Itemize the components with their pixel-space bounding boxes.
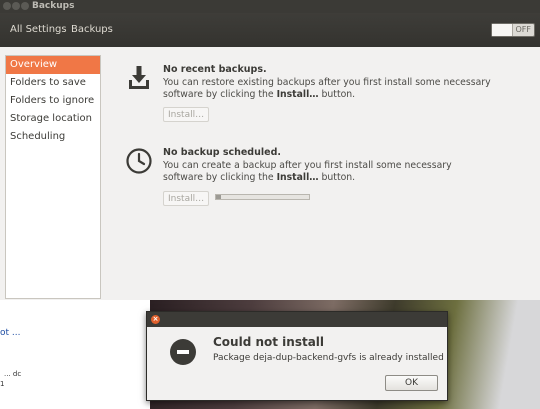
- sidebar-item-folders-to-ignore[interactable]: Folders to ignore: [6, 92, 100, 110]
- background-link[interactable]: ot ...: [0, 328, 20, 338]
- error-dialog: × Could not install Package deja-dup-bac…: [146, 311, 448, 401]
- backups-breadcrumb[interactable]: Backups: [71, 13, 113, 47]
- sidebar-item-overview[interactable]: Overview: [6, 56, 100, 74]
- toggle-knob: [492, 24, 513, 36]
- background-text: ... dc: [4, 370, 22, 378]
- restore-install-button[interactable]: Install…: [163, 107, 210, 122]
- schedule-description: You can create a backup after you first …: [163, 160, 452, 183]
- minimize-window-icon[interactable]: [12, 2, 20, 10]
- no-recent-backups-heading: No recent backups.: [163, 64, 267, 75]
- no-backup-scheduled-heading: No backup scheduled.: [163, 147, 281, 158]
- maximize-window-icon[interactable]: [21, 2, 29, 10]
- clock-icon: [126, 148, 152, 174]
- dialog-heading: Could not install: [213, 335, 325, 349]
- install-progress-bar: [215, 194, 310, 200]
- download-icon: [129, 66, 149, 89]
- dialog-message: Package deja-dup-backend-gvfs is already…: [213, 353, 444, 363]
- main-content: Overview Folders to save Folders to igno…: [0, 47, 540, 319]
- window-title: Backups: [32, 1, 75, 11]
- background-text: 1: [0, 380, 5, 388]
- error-stop-icon: [170, 339, 196, 365]
- close-icon[interactable]: ×: [151, 315, 160, 324]
- ok-button[interactable]: OK: [385, 375, 438, 391]
- backup-toggle-switch[interactable]: OFF: [491, 23, 535, 37]
- sidebar-item-folders-to-save[interactable]: Folders to save: [6, 74, 100, 92]
- toggle-label: OFF: [515, 25, 532, 34]
- dialog-title-bar: ×: [147, 312, 447, 327]
- restore-description: You can restore existing backups after y…: [163, 77, 491, 100]
- sidebar-item-scheduling[interactable]: Scheduling: [6, 128, 100, 146]
- all-settings-button[interactable]: All Settings: [10, 13, 67, 47]
- sidebar-item-storage-location[interactable]: Storage location: [6, 110, 100, 128]
- install-progress-fill: [216, 195, 221, 199]
- sidebar: Overview Folders to save Folders to igno…: [5, 55, 101, 299]
- schedule-install-button[interactable]: Install…: [163, 191, 210, 206]
- toolbar: All Settings Backups OFF: [0, 13, 540, 47]
- title-bar: Backups: [0, 0, 540, 13]
- close-window-icon[interactable]: [3, 2, 11, 10]
